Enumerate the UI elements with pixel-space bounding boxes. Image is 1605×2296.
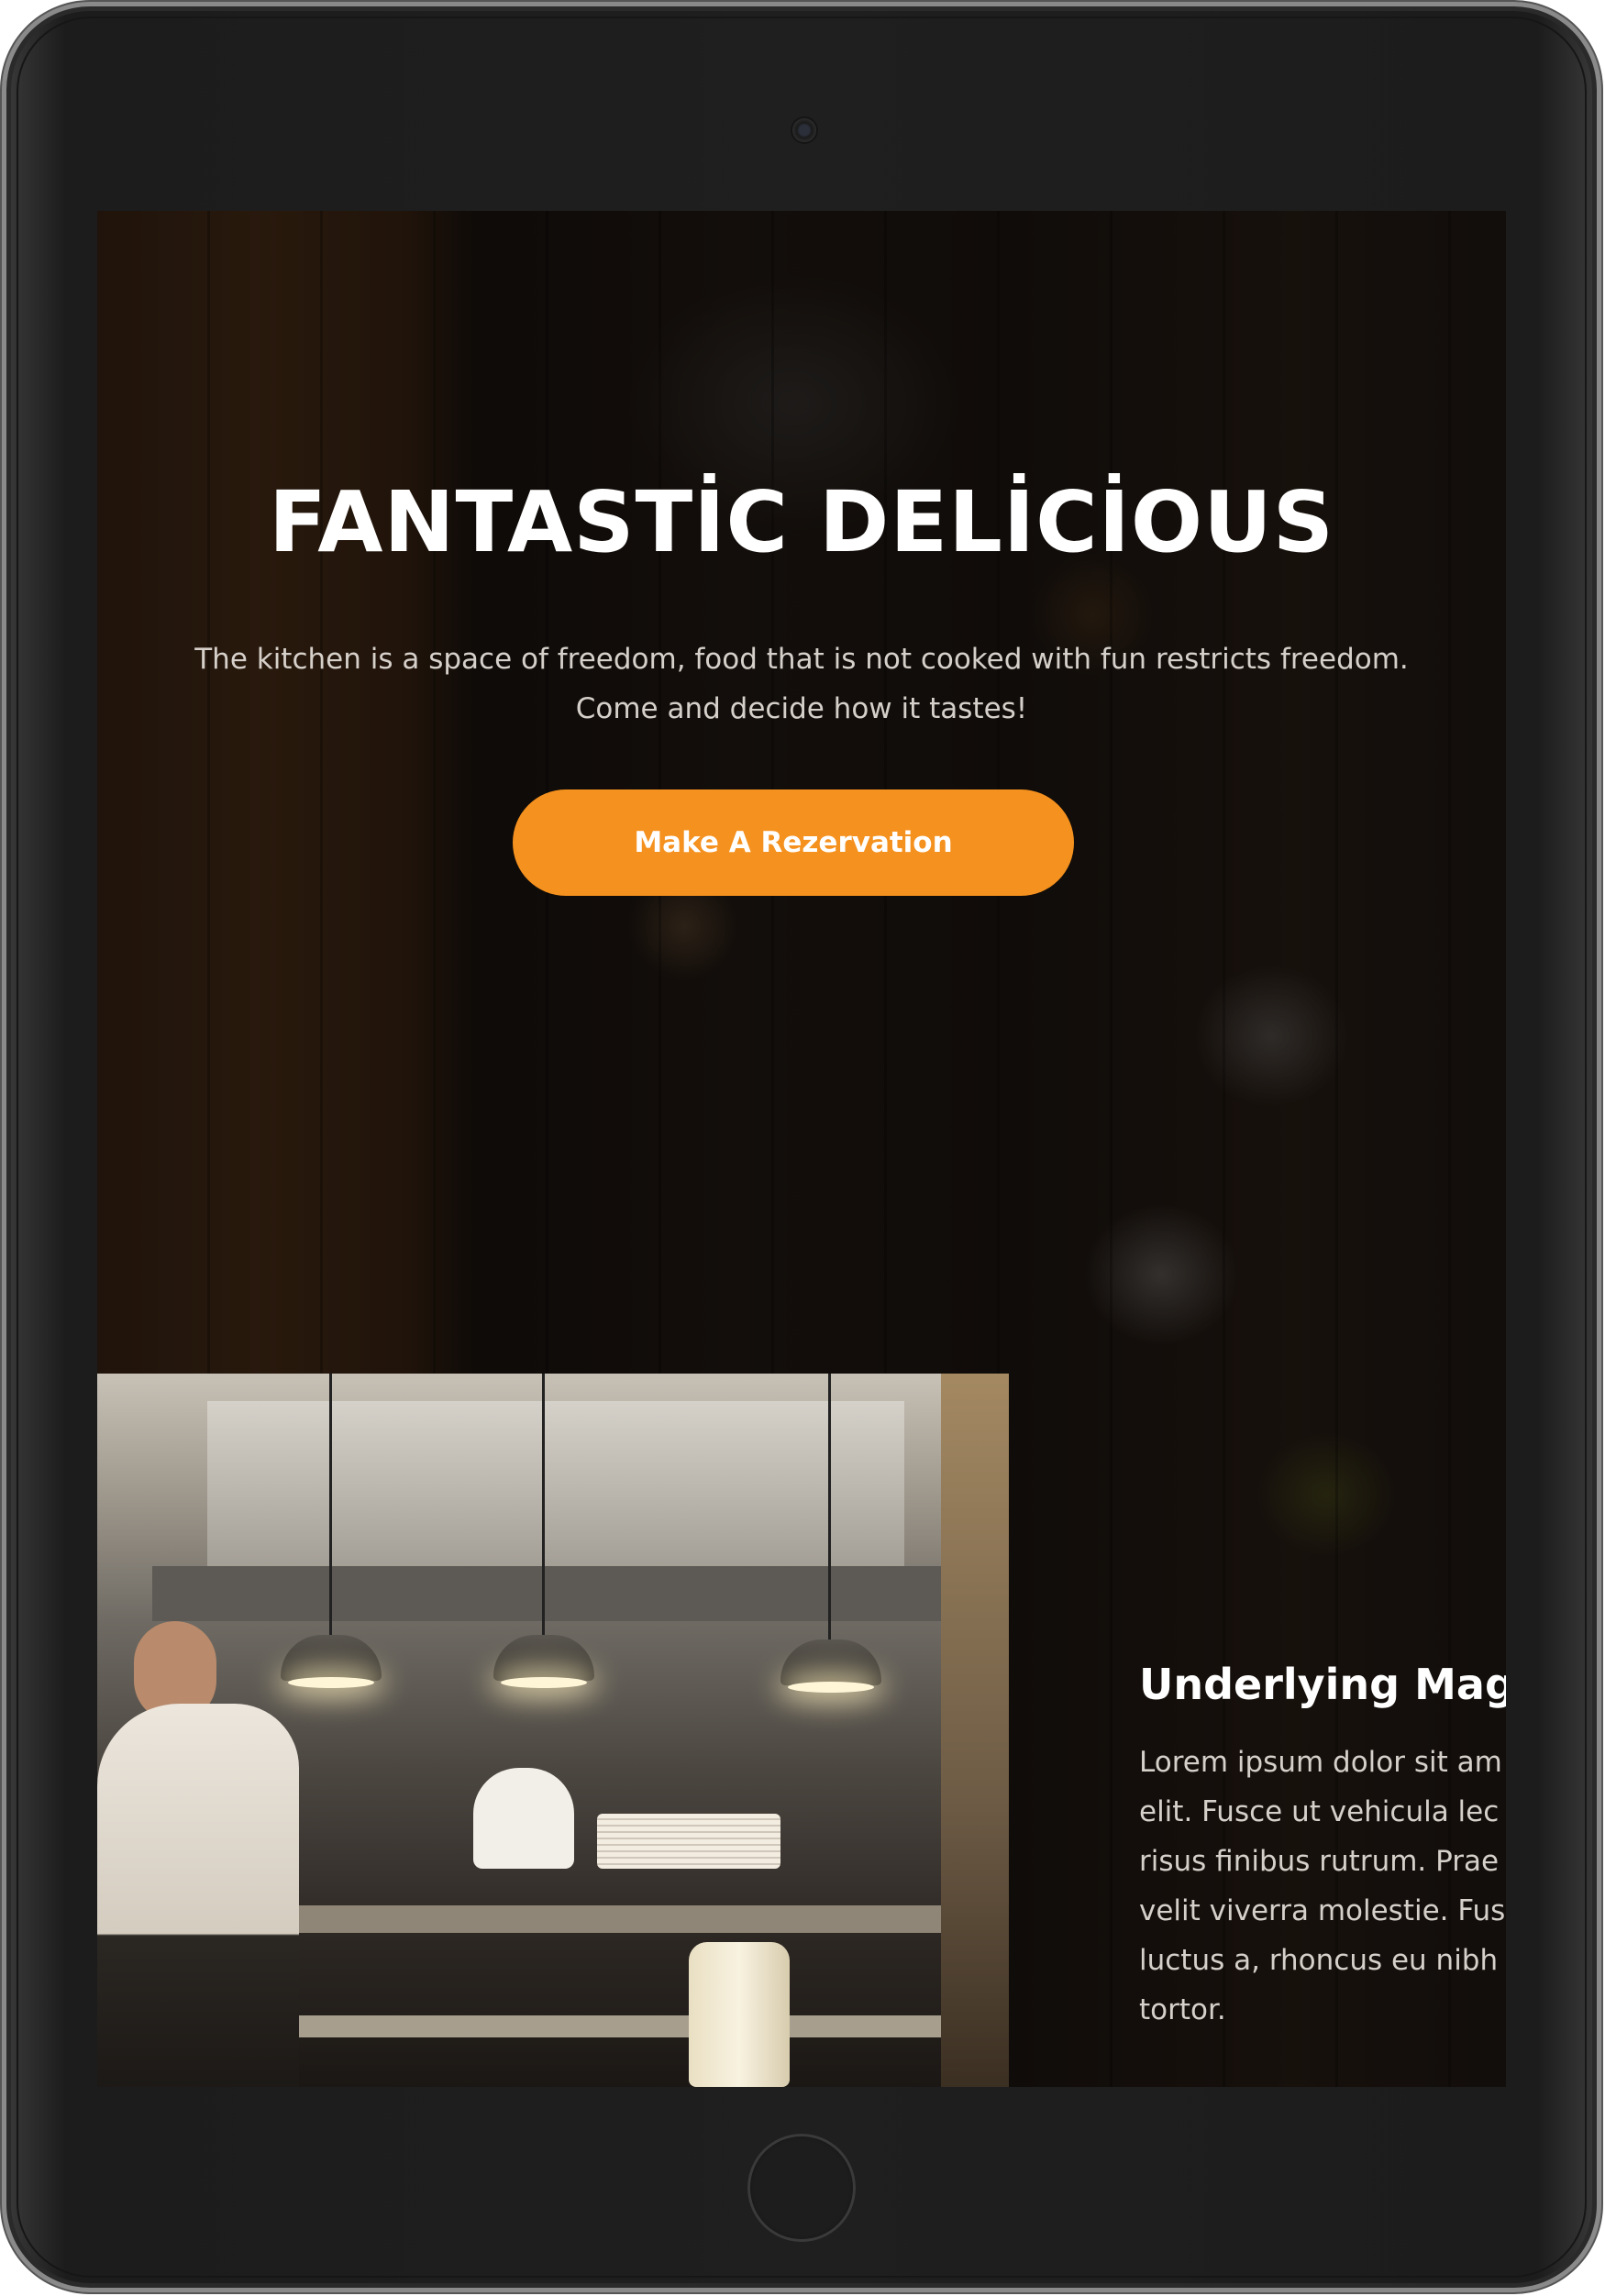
make-reservation-button[interactable]: Make A Rezervation xyxy=(513,789,1074,896)
hero-description-line-2: Come and decide how it tastes! xyxy=(575,692,1028,725)
screen: FANTASTİC DELİCİOUS The kitchen is a spa… xyxy=(97,211,1506,2087)
section-body-line: tortor. xyxy=(1139,1993,1226,2026)
section-body-line: luctus a, rhoncus eu nibh xyxy=(1139,1944,1499,1977)
section-body-text: Lorem ipsum dolor sit am elit. Fusce ut … xyxy=(1139,1738,1505,2035)
section-body-line: Lorem ipsum dolor sit am xyxy=(1139,1746,1502,1779)
section-title: Underlying Mag xyxy=(1139,1660,1506,1709)
hero-description-line-1: The kitchen is a space of freedom, food … xyxy=(194,643,1409,676)
section-body-line: velit viverra molestie. Fus xyxy=(1139,1894,1506,1927)
hero-description: The kitchen is a space of freedom, food … xyxy=(152,635,1451,734)
front-camera-icon xyxy=(792,118,816,142)
tablet-device-frame: FANTASTİC DELİCİOUS The kitchen is a spa… xyxy=(2,2,1601,2292)
section-body-line: elit. Fusce ut vehicula lec xyxy=(1139,1795,1500,1828)
section-body-line: risus finibus rutrum. Prae xyxy=(1139,1845,1500,1878)
home-button-icon[interactable] xyxy=(747,2134,856,2242)
hero-title: FANTASTİC DELİCİOUS xyxy=(268,473,1335,571)
kitchen-photo xyxy=(97,1374,1009,2087)
